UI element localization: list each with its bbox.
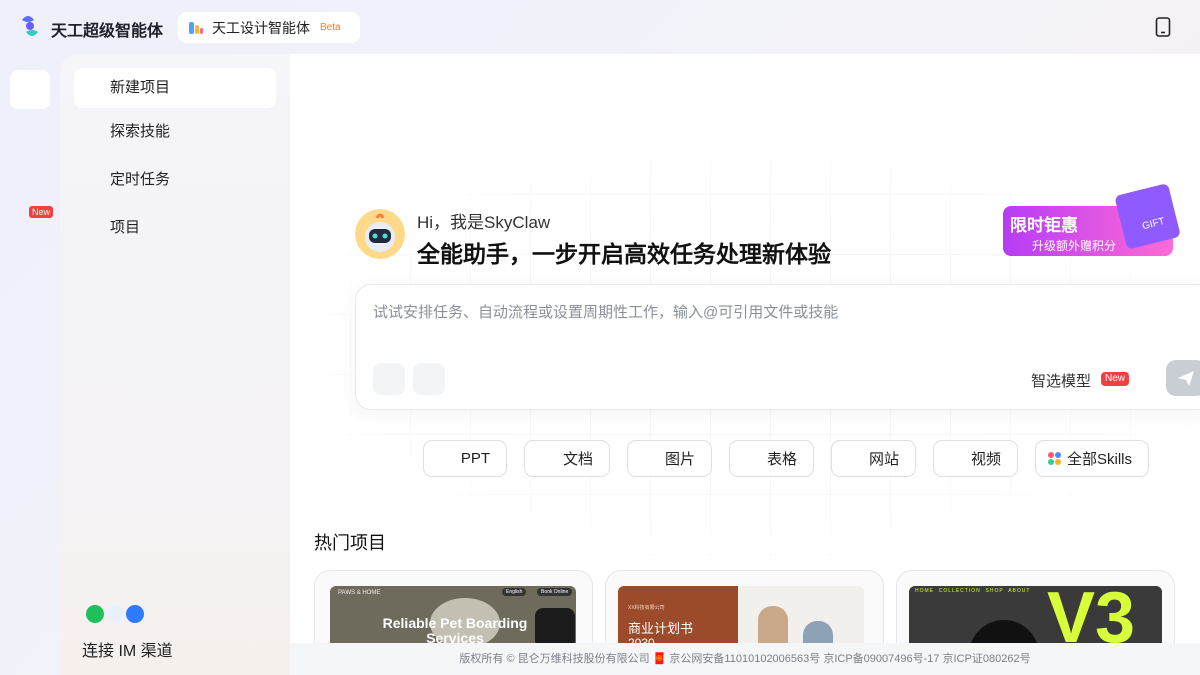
promo-line2: 升级额外赠积分 [1032,239,1116,253]
model-select[interactable]: 智选模型 [1031,370,1091,391]
composer-placeholder[interactable]: 试试安排任务、自动流程或设置周期性工作，输入@可引用文件或技能 [373,301,838,322]
sidebar-item-new-project[interactable]: 新建项目 [74,68,276,108]
rail-avatar-button[interactable] [10,70,50,109]
chip-ppt[interactable]: PPT [423,440,507,477]
design-agent-button[interactable]: 天工设计智能体 Beta [178,12,360,43]
chip-document[interactable]: 文档 [524,440,610,477]
chip-all-skills[interactable]: 全部Skills [1035,440,1149,477]
sidebar-item-explore-skills[interactable]: 探索技能 [74,112,276,152]
card-nav: HOME COLLECTION SHOP ABOUT [915,588,1030,594]
card-title: 商业计划书 [628,621,694,636]
greeting-text: Hi，我是SkyClaw [417,213,551,232]
chip-image[interactable]: 图片 [627,440,712,477]
send-button[interactable] [1166,360,1200,396]
card-tag: Book Online [537,588,573,596]
wechat-icon[interactable] [84,603,106,625]
skyclaw-avatar [355,209,405,259]
chip-video[interactable]: 视频 [933,440,1018,477]
skills-grid-icon [1047,452,1061,465]
im-channel-icons[interactable] [84,603,146,625]
sidebar: 新建项目 探索技能 定时任务 项目 连接 IM 渠道 [60,54,290,675]
feishu-icon[interactable] [124,603,146,625]
connect-im-label[interactable]: 连接 IM 渠道 [82,637,173,661]
hero-headline: 全能助手，一步开启高效任务处理新体验 [417,241,831,267]
card-title: Reliable Pet Boarding Services [382,615,528,646]
dog-photo [535,608,575,648]
send-icon [1178,371,1194,386]
wecom-icon[interactable] [104,603,126,625]
chip-website[interactable]: 网站 [831,440,916,477]
card-nav-item: SHOP [985,588,1004,594]
footer: 版权所有 © 昆仑万维科技股份有限公司 🧧 京公网安备1101010200656… [290,643,1200,675]
sidebar-item-projects[interactable]: 项目 [74,208,276,248]
beta-badge: Beta [320,22,341,33]
promo-line1: 限时钜惠 [1010,215,1078,236]
tools-button[interactable] [413,363,445,395]
mobile-phone-icon[interactable] [1155,17,1171,37]
tiangong-logo-icon[interactable] [18,14,42,38]
attach-button[interactable] [373,363,405,395]
sidebar-item-scheduled-tasks[interactable]: 定时任务 [74,160,276,200]
composer[interactable]: 试试安排任务、自动流程或设置周期性工作，输入@可引用文件或技能 智选模型 New [355,284,1200,410]
model-new-badge: New [1101,372,1130,386]
design-agent-label: 天工设计智能体 [212,19,310,36]
card-nav-item: COLLECTION [938,588,981,594]
skill-chips: PPT 文档 图片 表格 网站 视频 全部Skills [423,440,1149,477]
promo-banner[interactable]: GIFT 限时钜惠 升级额外赠积分 [1000,184,1200,264]
card-site-name: PAWS & HOME [338,590,381,596]
main-panel: Hi，我是SkyClaw 全能助手，一步开启高效任务处理新体验 GIFT 限时钜… [290,54,1200,675]
card-nav-item: ABOUT [1008,588,1031,594]
card-tag: English [502,588,527,596]
design-agent-icon [189,21,203,34]
top-bar: 天工超级智能体 天工设计智能体 Beta [0,0,1200,54]
card-caption: XX科技有限公司 [628,605,665,611]
hot-projects-title: 热门项目 [314,533,386,553]
chip-sheet[interactable]: 表格 [729,440,814,477]
brand-title[interactable]: 天工超级智能体 [51,17,163,41]
rail-new-badge: New [29,206,54,218]
card-nav-item: HOME [915,588,934,594]
chip-all-skills-label: 全部Skills [1066,451,1132,468]
